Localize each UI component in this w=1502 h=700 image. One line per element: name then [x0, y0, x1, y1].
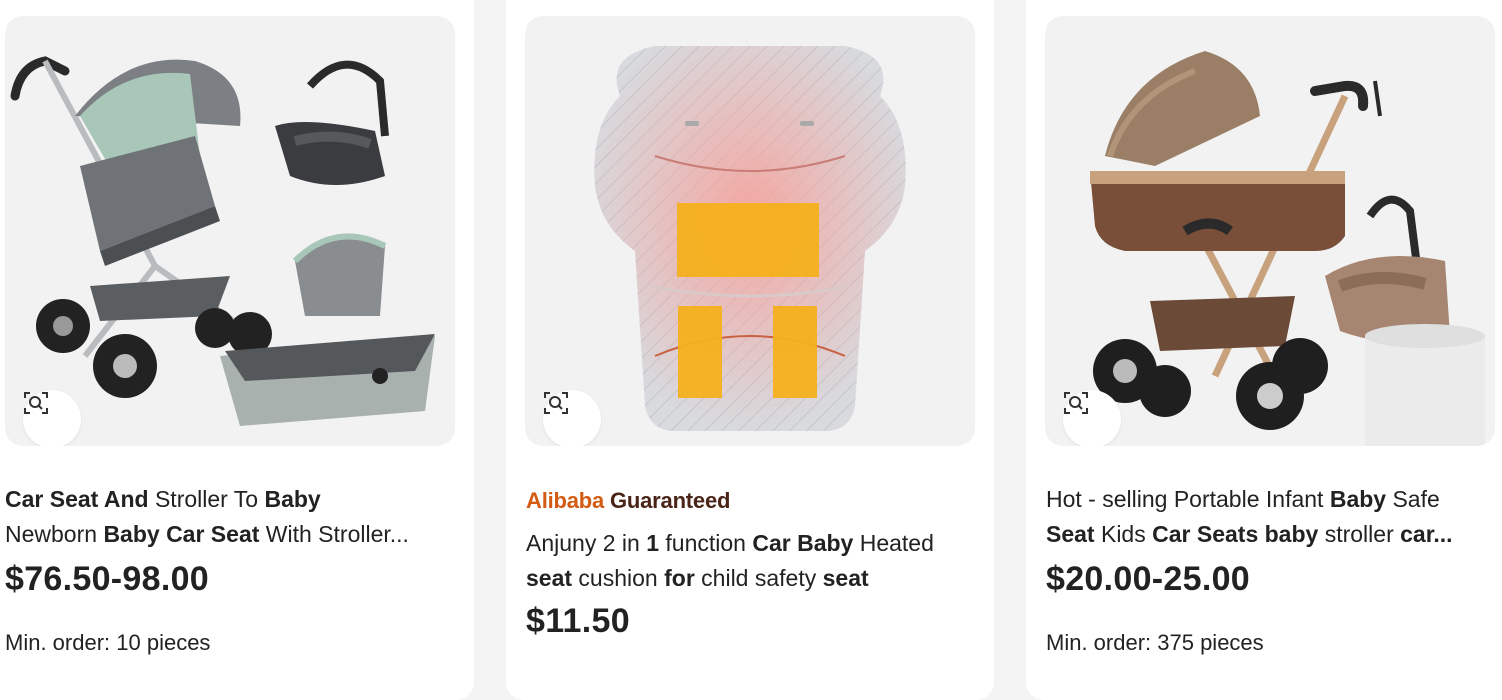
min-order: Min. order: 10 pieces [5, 630, 211, 655]
image-search-icon [544, 392, 568, 414]
product-card-2[interactable]: Alibaba Guaranteed Anjuny 2 in 1 functio… [506, 0, 994, 700]
title-line-2: Newborn Baby Car Seat With Stroller... [5, 521, 409, 547]
image-search-button[interactable] [543, 390, 601, 446]
image-search-icon [24, 392, 48, 414]
image-search-button[interactable] [1063, 390, 1121, 446]
alibaba-guaranteed-badge[interactable]: Alibaba Guaranteed [526, 488, 730, 514]
title-line-1: Anjuny 2 in 1 function Car Baby Heated [526, 530, 934, 556]
product-card-1[interactable]: Car Seat And Stroller To Baby Newborn Ba… [0, 0, 474, 700]
title-line-1: Hot - selling Portable Infant Baby Safe [1046, 486, 1440, 512]
product-card-3[interactable]: Hot - selling Portable Infant Baby Safe … [1026, 0, 1502, 700]
stroller-gray-illustration [10, 56, 435, 426]
title-line-2: Seat Kids Car Seats baby stroller car... [1046, 521, 1453, 547]
product-image-heated-cushion[interactable] [525, 16, 975, 446]
product-title[interactable]: Hot - selling Portable Infant Baby Safe … [1046, 482, 1494, 552]
product-price: $11.50 [526, 602, 630, 640]
title-line-1: Car Seat And Stroller To Baby [5, 486, 321, 512]
min-order: Min. order: 375 pieces [1046, 630, 1264, 655]
title-line-2: seat cushion for child safety seat [526, 565, 869, 591]
product-price: $76.50-98.00 [5, 560, 209, 598]
product-image-stroller-gray[interactable] [5, 16, 455, 446]
image-search-icon [1064, 392, 1088, 414]
product-price: $20.00-25.00 [1046, 560, 1250, 598]
heated-cushion-illustration [594, 46, 906, 431]
product-title[interactable]: Anjuny 2 in 1 function Car Baby Heated s… [526, 526, 986, 596]
product-image-stroller-brown[interactable] [1045, 16, 1495, 446]
product-title[interactable]: Car Seat And Stroller To Baby Newborn Ba… [5, 482, 450, 552]
stroller-brown-illustration [1090, 51, 1485, 446]
image-search-button[interactable] [23, 390, 81, 446]
